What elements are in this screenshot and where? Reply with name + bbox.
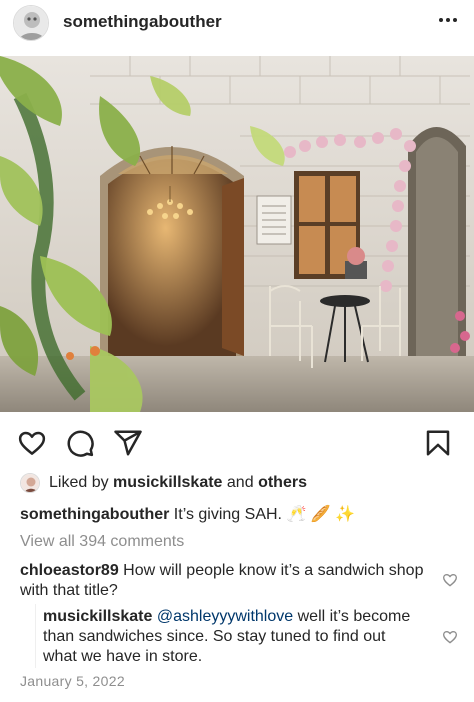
more-horizontal-icon[interactable] <box>436 8 460 32</box>
comment-like-heart-icon[interactable] <box>442 572 458 588</box>
profile-avatar[interactable] <box>13 5 49 41</box>
post-date: January 5, 2022 <box>20 673 125 689</box>
comment-reply-item: musickillskate @ashleyyywithlove well it… <box>43 607 423 667</box>
post-image[interactable] <box>0 56 474 412</box>
comment-username[interactable]: chloeastor89 <box>20 562 119 579</box>
liker-avatar <box>20 473 40 493</box>
post-header: somethingabouther <box>0 0 474 50</box>
liked-by-others[interactable]: others <box>258 474 307 492</box>
liked-by-prefix: Liked by <box>49 474 109 491</box>
liked-by-and: and <box>226 474 254 491</box>
liked-by-user[interactable]: musickillskate <box>113 474 222 492</box>
view-all-comments-link[interactable]: View all 394 comments <box>20 531 184 553</box>
comment-icon[interactable] <box>65 428 95 458</box>
heart-icon[interactable] <box>17 428 47 458</box>
caption-emojis: 🥂 🥖 ✨ <box>286 506 356 523</box>
caption-text: It’s giving SAH. <box>173 506 282 523</box>
share-icon[interactable] <box>113 428 143 458</box>
reply-thread-line <box>35 604 36 668</box>
post-username[interactable]: somethingabouther <box>63 12 222 32</box>
comment-username[interactable]: musickillskate <box>43 608 152 625</box>
liked-by[interactable]: Liked by musickillskate and others <box>20 471 307 495</box>
bookmark-icon[interactable] <box>423 428 453 458</box>
comment-mention[interactable]: @ashleyyywithlove <box>157 608 293 625</box>
comment-like-heart-icon[interactable] <box>442 629 458 645</box>
post-actions <box>0 426 474 460</box>
post-caption: somethingabouther It’s giving SAH. 🥂 🥖 ✨ <box>20 504 355 526</box>
caption-username[interactable]: somethingabouther <box>20 506 169 523</box>
comment-item: chloeastor89 How will people know it’s a… <box>20 561 425 601</box>
